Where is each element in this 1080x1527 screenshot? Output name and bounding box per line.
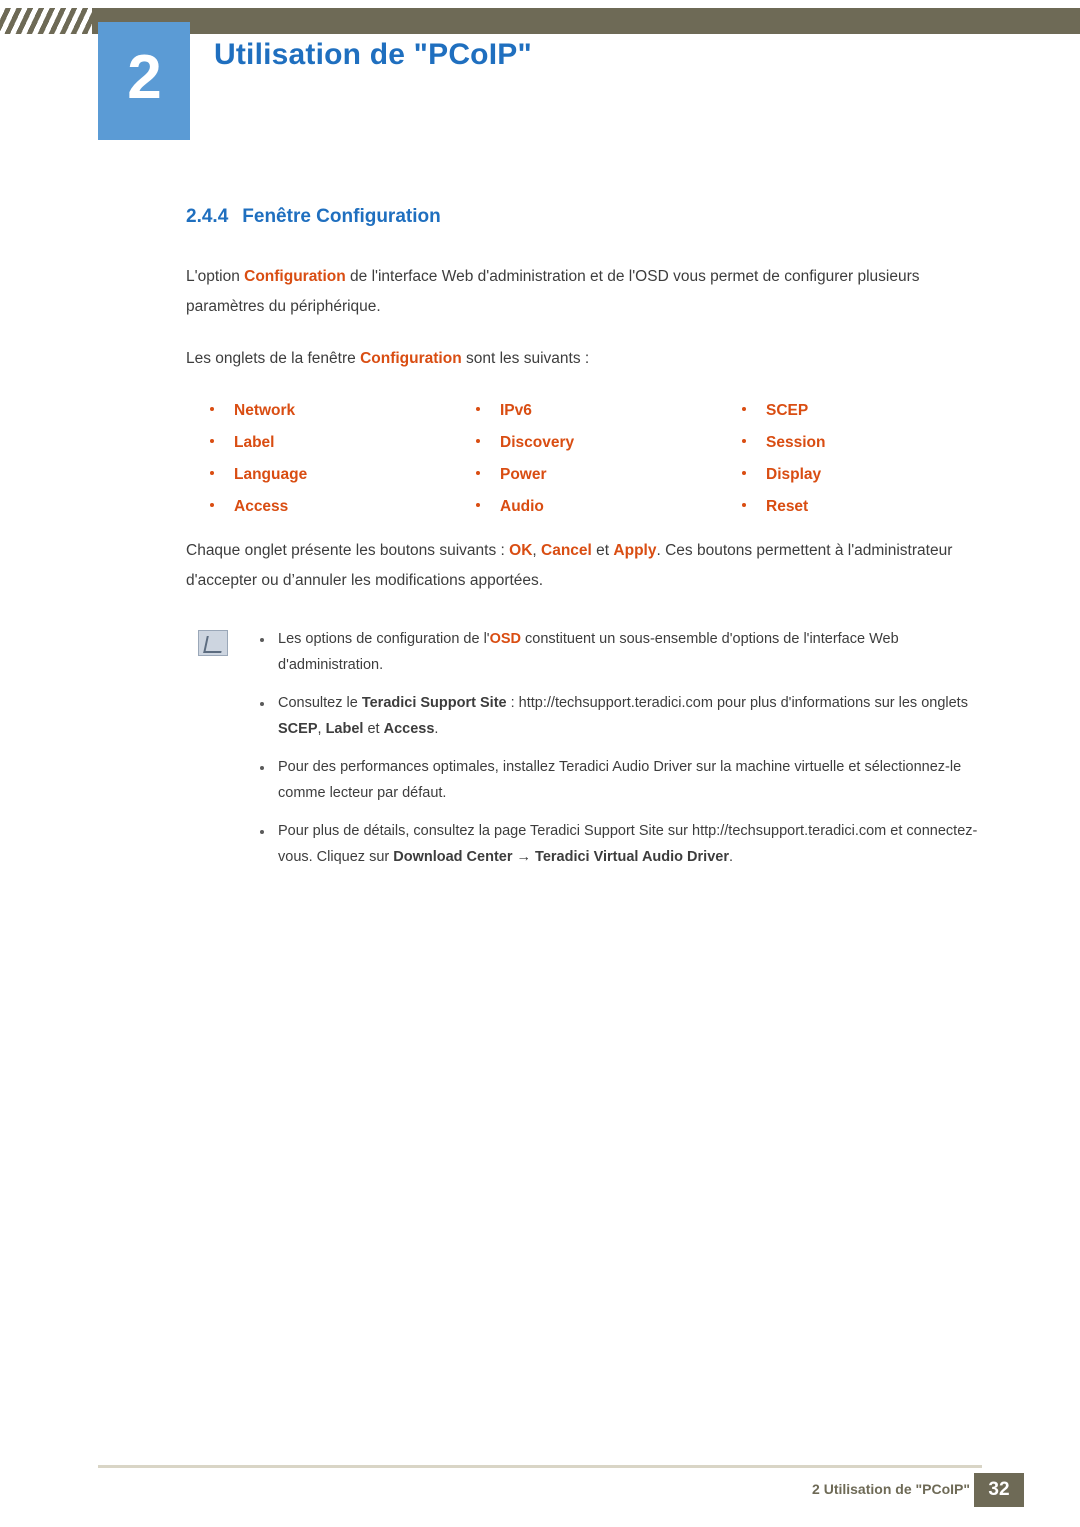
tab-item-scep[interactable]: SCEP bbox=[718, 402, 984, 420]
bullet-icon bbox=[742, 407, 746, 411]
note-text: Pour plus de détails, consultez la page … bbox=[278, 818, 986, 870]
note-list: Les options de configuration de l'OSD co… bbox=[186, 626, 986, 870]
section-heading: 2.4.4 Fenêtre Configuration bbox=[186, 206, 986, 228]
bullet-icon bbox=[476, 407, 480, 411]
keyword-cancel: Cancel bbox=[541, 542, 592, 559]
bullet-icon bbox=[210, 471, 214, 475]
tab-label: Reset bbox=[766, 498, 809, 515]
tab-item-ipv6[interactable]: IPv6 bbox=[452, 402, 718, 420]
section-number: 2.4.4 bbox=[186, 206, 229, 227]
keyword-apply: Apply bbox=[613, 542, 657, 559]
bullet-icon bbox=[210, 503, 214, 507]
intro-paragraph-2: Les onglets de la fenêtre Configuration … bbox=[186, 344, 986, 374]
note-2-bold-1: Teradici Support Site bbox=[361, 695, 507, 711]
header-hatch-decoration bbox=[0, 8, 92, 34]
note-item: Les options de configuration de l'OSD co… bbox=[186, 626, 986, 678]
bullet-icon bbox=[210, 407, 214, 411]
bullet-icon bbox=[260, 638, 264, 642]
chapter-number: 2 bbox=[98, 22, 190, 140]
note-pencil-icon bbox=[198, 630, 228, 656]
intro-paragraph-1: L'option Configuration de l'interface We… bbox=[186, 262, 986, 322]
note-2-text-1: Consultez le bbox=[278, 695, 362, 711]
note-text: Les options de configuration de l'OSD co… bbox=[278, 626, 986, 678]
tabs-row: Access Audio Reset bbox=[186, 498, 986, 516]
tab-item-discovery[interactable]: Discovery bbox=[452, 434, 718, 452]
tab-item-display[interactable]: Display bbox=[718, 466, 984, 484]
footer-chapter-label: 2 Utilisation de "PCoIP" bbox=[812, 1481, 970, 1497]
note-2-bold-access: Access bbox=[383, 721, 435, 737]
tab-label: Access bbox=[234, 498, 289, 515]
keyword-configuration-2: Configuration bbox=[360, 350, 462, 367]
page-content: 2.4.4 Fenêtre Configuration L'option Conf… bbox=[186, 206, 986, 882]
tabs-row: Label Discovery Session bbox=[186, 434, 986, 452]
tabs-row: Language Power Display bbox=[186, 466, 986, 484]
bullet-icon bbox=[260, 766, 264, 770]
tab-item-session[interactable]: Session bbox=[718, 434, 984, 452]
note-2-bold-label: Label bbox=[325, 721, 364, 737]
bullet-icon bbox=[742, 503, 746, 507]
note-text: Consultez le Teradici Support Site : htt… bbox=[278, 690, 986, 742]
tab-label: Session bbox=[766, 434, 826, 451]
tab-item-audio[interactable]: Audio bbox=[452, 498, 718, 516]
buttons-text-a: Chaque onglet présente les boutons suiva… bbox=[186, 542, 510, 559]
note-4-text-3: . bbox=[728, 849, 734, 865]
tab-label: SCEP bbox=[766, 402, 809, 419]
note-item: Pour plus de détails, consultez la page … bbox=[186, 818, 986, 870]
chapter-title: Utilisation de "PCoIP" bbox=[214, 38, 532, 71]
bullet-icon bbox=[742, 439, 746, 443]
page-header: 2 Utilisation de "PCoIP" bbox=[0, 0, 1080, 146]
tab-item-network[interactable]: Network bbox=[186, 402, 452, 420]
note-2-text-2: : http://techsupport.teradici.com pour p… bbox=[506, 695, 968, 711]
tab-item-power[interactable]: Power bbox=[452, 466, 718, 484]
bullet-icon bbox=[476, 439, 480, 443]
note-block: Les options de configuration de l'OSD co… bbox=[186, 626, 986, 870]
intro-1-text-a: L'option bbox=[186, 268, 245, 285]
note-item: Pour des performances optimales, install… bbox=[186, 754, 986, 806]
tab-item-language[interactable]: Language bbox=[186, 466, 452, 484]
configuration-tabs-list: Network IPv6 SCEP Label Discovery Sessio… bbox=[186, 402, 986, 516]
tab-item-access[interactable]: Access bbox=[186, 498, 452, 516]
keyword-ok: OK bbox=[509, 542, 533, 559]
tab-label: Discovery bbox=[500, 434, 575, 451]
tab-label: Network bbox=[234, 402, 296, 419]
bullet-icon bbox=[260, 830, 264, 834]
note-2-text-5: . bbox=[434, 721, 439, 737]
bullet-icon bbox=[210, 439, 214, 443]
tab-item-label[interactable]: Label bbox=[186, 434, 452, 452]
intro-2-text-a: Les onglets de la fenêtre bbox=[186, 350, 361, 367]
tab-label: Display bbox=[766, 466, 822, 483]
note-4-bold-download-center: Download Center bbox=[393, 849, 513, 865]
note-text: Pour des performances optimales, install… bbox=[278, 759, 962, 801]
tab-label: Label bbox=[234, 434, 275, 451]
intro-2-text-b: sont les suivants : bbox=[461, 350, 590, 367]
bullet-icon bbox=[742, 471, 746, 475]
bullet-icon bbox=[476, 503, 480, 507]
tabs-row: Network IPv6 SCEP bbox=[186, 402, 986, 420]
keyword-osd: OSD bbox=[489, 631, 521, 647]
keyword-configuration-1: Configuration bbox=[244, 268, 346, 285]
note-4-bold-audio-driver: Teradici Virtual Audio Driver bbox=[535, 849, 729, 865]
page-footer: 2 Utilisation de "PCoIP" 32 bbox=[0, 1457, 1080, 1527]
tab-label: Audio bbox=[500, 498, 544, 515]
note-2-bold-scep: SCEP bbox=[278, 721, 318, 737]
note-item: Consultez le Teradici Support Site : htt… bbox=[186, 690, 986, 742]
section-title: Fenêtre Configuration bbox=[242, 206, 441, 227]
tab-label: Power bbox=[500, 466, 547, 483]
note-2-text-3: , bbox=[317, 721, 326, 737]
note-1-text-1: Les options de configuration de l' bbox=[278, 631, 490, 647]
note-4-arrow: → bbox=[512, 849, 536, 865]
bullet-icon bbox=[476, 471, 480, 475]
tab-item-reset[interactable]: Reset bbox=[718, 498, 984, 516]
page-number: 32 bbox=[974, 1473, 1024, 1507]
note-2-text-4: et bbox=[363, 721, 384, 737]
tab-label: Language bbox=[234, 466, 308, 483]
buttons-paragraph: Chaque onglet présente les boutons suiva… bbox=[186, 536, 986, 596]
buttons-sep-2: et bbox=[591, 542, 614, 559]
bullet-icon bbox=[260, 702, 264, 706]
footer-rule bbox=[98, 1465, 982, 1468]
buttons-sep-1: , bbox=[532, 542, 542, 559]
tab-label: IPv6 bbox=[500, 402, 532, 419]
